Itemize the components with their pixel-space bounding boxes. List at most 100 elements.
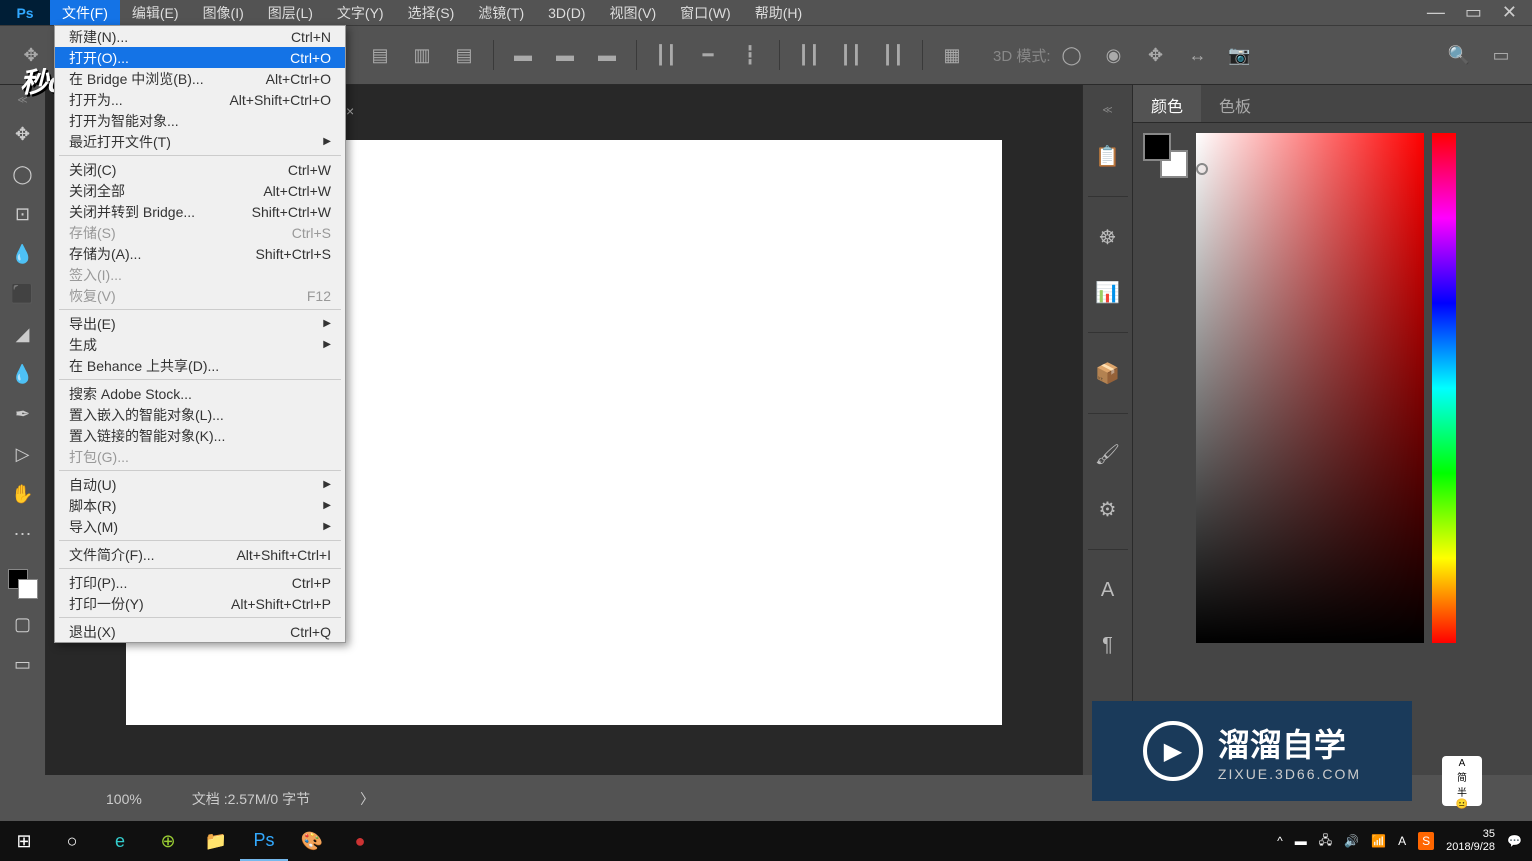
tray-chevron-icon[interactable]: ^ bbox=[1277, 834, 1283, 848]
align-center-h-icon[interactable]: ▥ bbox=[407, 40, 437, 70]
align-right-icon[interactable]: ▤ bbox=[449, 40, 479, 70]
browser-icon[interactable]: ⊕ bbox=[144, 821, 192, 861]
brush-settings-panel-icon[interactable]: ⚙ bbox=[1093, 494, 1123, 524]
distribute-icon[interactable]: ┃┃ bbox=[836, 40, 866, 70]
workspace-icon[interactable]: ▭ bbox=[1486, 40, 1516, 70]
history-panel-icon[interactable]: 📋 bbox=[1093, 141, 1123, 171]
menu-select[interactable]: 选择(S) bbox=[396, 0, 467, 25]
menu-close-bridge[interactable]: 关闭并转到 Bridge...Shift+Ctrl+W bbox=[55, 201, 345, 222]
path-select-tool-icon[interactable]: ▷ bbox=[8, 439, 38, 469]
align-left-icon[interactable]: ▤ bbox=[365, 40, 395, 70]
foreground-large[interactable] bbox=[1143, 133, 1171, 161]
3d-slide-icon[interactable]: ↔ bbox=[1183, 40, 1213, 70]
menu-recent[interactable]: 最近打开文件(T)▶ bbox=[55, 131, 345, 152]
color-field[interactable] bbox=[1196, 133, 1424, 643]
ime-icon[interactable]: A bbox=[1398, 834, 1406, 848]
libraries-panel-icon[interactable]: 📦 bbox=[1093, 358, 1123, 388]
menu-print-one[interactable]: 打印一份(Y)Alt+Shift+Ctrl+P bbox=[55, 593, 345, 614]
character-panel-icon[interactable]: A bbox=[1093, 575, 1123, 605]
search-icon[interactable]: 🔍 bbox=[1444, 40, 1474, 70]
chevron-right-icon[interactable]: 〉 bbox=[360, 789, 374, 809]
volume-icon[interactable]: 🔊 bbox=[1344, 834, 1359, 848]
menu-scripts[interactable]: 脚本(R)▶ bbox=[55, 495, 345, 516]
menu-close-all[interactable]: 关闭全部Alt+Ctrl+W bbox=[55, 180, 345, 201]
menu-save[interactable]: 存储(S)Ctrl+S bbox=[55, 222, 345, 243]
menu-new[interactable]: 新建(N)...Ctrl+N bbox=[55, 26, 345, 47]
lasso-tool-icon[interactable]: ◯ bbox=[8, 159, 38, 189]
network-icon[interactable]: 🖧 bbox=[1319, 831, 1332, 852]
fg-bg-swatch-large[interactable] bbox=[1143, 133, 1188, 178]
align-top-icon[interactable]: ▬ bbox=[508, 40, 538, 70]
menu-save-as[interactable]: 存储为(A)...Shift+Ctrl+S bbox=[55, 243, 345, 264]
distribute-h-icon[interactable]: ┃┃ bbox=[651, 40, 681, 70]
menu-type[interactable]: 文字(Y) bbox=[325, 0, 396, 25]
menu-revert[interactable]: 恢复(V)F12 bbox=[55, 285, 345, 306]
crop-tool-icon[interactable]: ⊡ bbox=[8, 199, 38, 229]
battery-icon[interactable]: ▬ bbox=[1295, 834, 1307, 848]
menu-adobe-stock[interactable]: 搜索 Adobe Stock... bbox=[55, 383, 345, 404]
blur-tool-icon[interactable]: 💧 bbox=[8, 359, 38, 389]
menu-import[interactable]: 导入(M)▶ bbox=[55, 516, 345, 537]
background-color[interactable] bbox=[18, 579, 38, 599]
zoom-level[interactable]: 100% bbox=[106, 791, 142, 807]
menu-open-smart[interactable]: 打开为智能对象... bbox=[55, 110, 345, 131]
swatches-tab[interactable]: 色板 bbox=[1201, 85, 1269, 122]
distribute-spacing-icon[interactable]: ┇ bbox=[735, 40, 765, 70]
menu-export[interactable]: 导出(E)▶ bbox=[55, 313, 345, 334]
quickmask-icon[interactable]: ▢ bbox=[8, 609, 38, 639]
screenmode-icon[interactable]: ▭ bbox=[8, 649, 38, 679]
wifi-icon[interactable]: 📶 bbox=[1371, 834, 1386, 848]
record-icon[interactable]: ● bbox=[336, 821, 384, 861]
menu-help[interactable]: 帮助(H) bbox=[743, 0, 814, 25]
more-tools-icon[interactable]: ⋯ bbox=[8, 519, 38, 549]
paint-icon[interactable]: 🎨 bbox=[288, 821, 336, 861]
align-bottom-icon[interactable]: ▬ bbox=[592, 40, 622, 70]
cortana-icon[interactable]: ○ bbox=[48, 821, 96, 861]
navigator-panel-icon[interactable]: ☸ bbox=[1093, 222, 1123, 252]
menu-window[interactable]: 窗口(W) bbox=[668, 0, 743, 25]
eyedropper-tool-icon[interactable]: 💧 bbox=[8, 239, 38, 269]
menu-filter[interactable]: 滤镜(T) bbox=[466, 0, 536, 25]
auto-align-icon[interactable]: ▦ bbox=[937, 40, 967, 70]
stamp-tool-icon[interactable]: ⬛ bbox=[8, 279, 38, 309]
clock[interactable]: 35 2018/9/28 bbox=[1446, 828, 1495, 854]
brushes-panel-icon[interactable]: 🖌 bbox=[1093, 439, 1123, 469]
sogou-icon[interactable]: S bbox=[1418, 832, 1434, 850]
menu-close[interactable]: 关闭(C)Ctrl+W bbox=[55, 159, 345, 180]
menu-file[interactable]: 文件(F) bbox=[50, 0, 120, 25]
paragraph-panel-icon[interactable]: ¶ bbox=[1093, 630, 1123, 660]
file-explorer-icon[interactable]: 📁 bbox=[192, 821, 240, 861]
start-button-icon[interactable]: ⊞ bbox=[0, 821, 48, 861]
distribute-icon[interactable]: ┃┃ bbox=[878, 40, 908, 70]
pen-tool-icon[interactable]: ✒ bbox=[8, 399, 38, 429]
menu-image[interactable]: 图像(I) bbox=[191, 0, 256, 25]
3d-pan-icon[interactable]: ✥ bbox=[1141, 40, 1171, 70]
move-tool-icon[interactable]: ✥ bbox=[8, 119, 38, 149]
hue-slider[interactable] bbox=[1432, 133, 1456, 643]
menu-place-embedded[interactable]: 置入嵌入的智能对象(L)... bbox=[55, 404, 345, 425]
menu-generate[interactable]: 生成▶ bbox=[55, 334, 345, 355]
menu-3d[interactable]: 3D(D) bbox=[536, 0, 597, 25]
menu-edit[interactable]: 编辑(E) bbox=[120, 0, 191, 25]
doc-info[interactable]: 文档 :2.57M/0 字节 bbox=[192, 789, 310, 809]
notification-icon[interactable]: 💬 bbox=[1507, 834, 1522, 848]
3d-roll-icon[interactable]: ◉ bbox=[1099, 40, 1129, 70]
minimize-icon[interactable]: — bbox=[1427, 2, 1445, 23]
menu-checkin[interactable]: 签入(I)... bbox=[55, 264, 345, 285]
menu-package[interactable]: 打包(G)... bbox=[55, 446, 345, 467]
expand-icon[interactable]: ≪ bbox=[1102, 105, 1112, 116]
close-icon[interactable]: ✕ bbox=[1502, 2, 1517, 23]
menu-exit[interactable]: 退出(X)Ctrl+Q bbox=[55, 621, 345, 642]
3d-orbit-icon[interactable]: ◯ bbox=[1057, 40, 1087, 70]
foreground-background-swatch[interactable] bbox=[8, 569, 38, 599]
color-tab[interactable]: 颜色 bbox=[1133, 85, 1201, 122]
menu-automate[interactable]: 自动(U)▶ bbox=[55, 474, 345, 495]
eraser-tool-icon[interactable]: ◢ bbox=[8, 319, 38, 349]
distribute-v-icon[interactable]: ━ bbox=[693, 40, 723, 70]
menu-layer[interactable]: 图层(L) bbox=[256, 0, 325, 25]
menu-behance[interactable]: 在 Behance 上共享(D)... bbox=[55, 355, 345, 376]
menu-print[interactable]: 打印(P)...Ctrl+P bbox=[55, 572, 345, 593]
align-center-v-icon[interactable]: ▬ bbox=[550, 40, 580, 70]
histogram-panel-icon[interactable]: 📊 bbox=[1093, 277, 1123, 307]
menu-place-linked[interactable]: 置入链接的智能对象(K)... bbox=[55, 425, 345, 446]
